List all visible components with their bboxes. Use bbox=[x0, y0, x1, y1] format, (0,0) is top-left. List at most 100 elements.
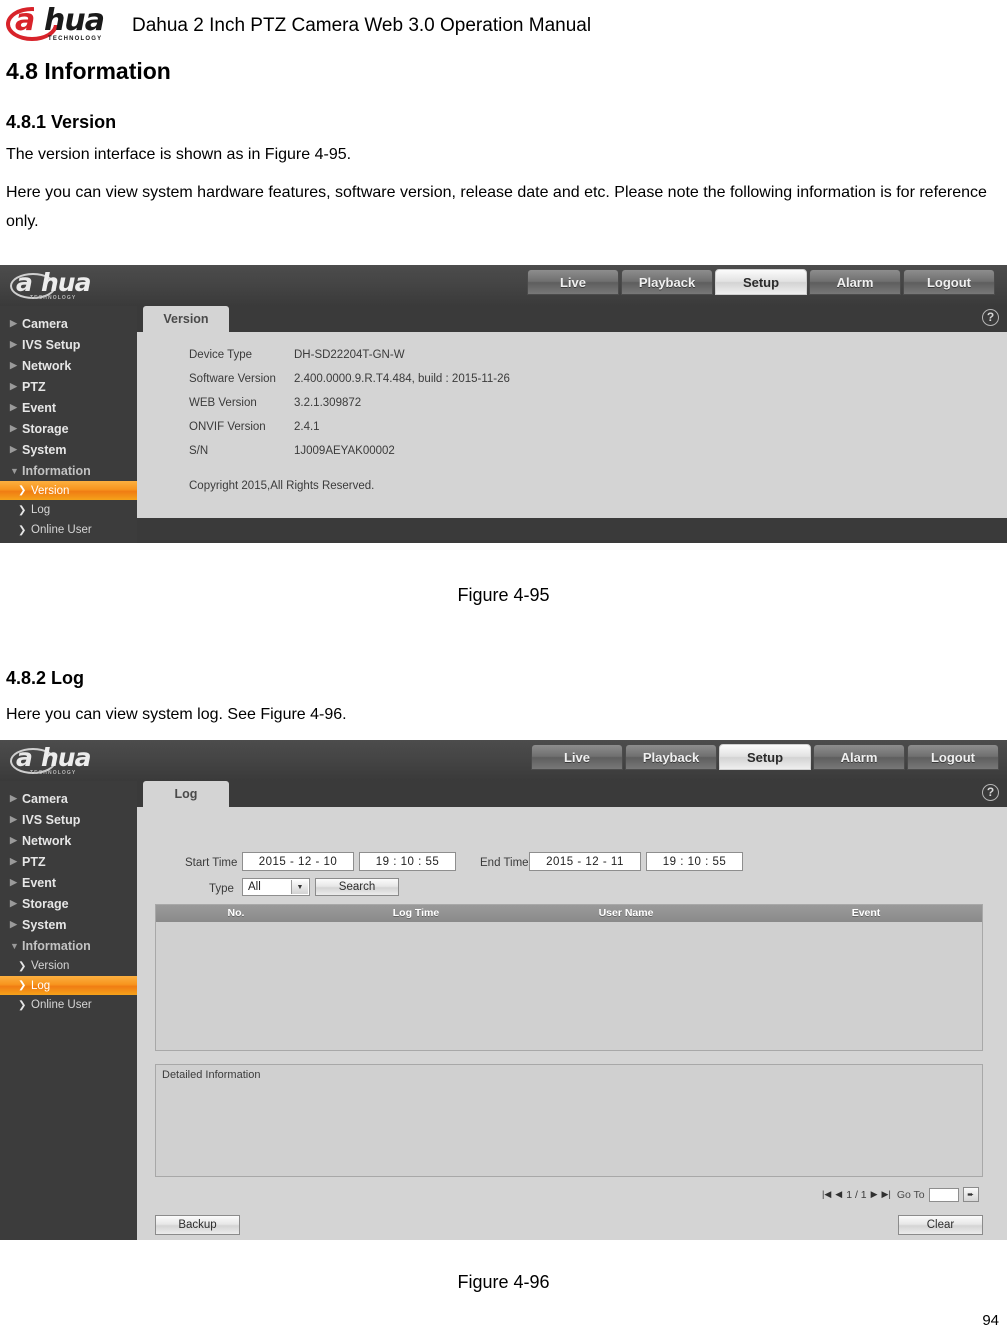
sidebar-item-storage[interactable]: ▶ Storage bbox=[0, 418, 137, 439]
detailed-information-box: Detailed Information bbox=[155, 1064, 983, 1177]
help-icon[interactable]: ? bbox=[982, 309, 999, 326]
go-arrow-icon[interactable]: ➨ bbox=[962, 1187, 979, 1202]
sidebar-subitem-version[interactable]: ❯ Version bbox=[0, 481, 137, 500]
sidebar-subitem-version[interactable]: ❯ Version bbox=[0, 956, 137, 976]
sidebar-item-storage[interactable]: ▶ Storage bbox=[0, 893, 137, 914]
sidebar-item-ptz[interactable]: ▶ PTZ bbox=[0, 851, 137, 872]
goto-input[interactable] bbox=[928, 1187, 959, 1202]
tab-version[interactable]: Version bbox=[143, 306, 229, 332]
sidebar-menu: ▶ Camera ▶ IVS Setup ▶ Network ▶ PTZ ▶ E… bbox=[0, 781, 137, 1240]
detailed-information-label: Detailed Information bbox=[162, 1069, 261, 1081]
version-paragraph-1: The version interface is shown as in Fig… bbox=[6, 146, 352, 163]
version-tabstrip: Version ? bbox=[137, 306, 1007, 332]
nav-tab-alarm[interactable]: Alarm bbox=[809, 269, 901, 295]
chevron-right-icon: ❯ bbox=[18, 524, 27, 536]
last-page-icon[interactable]: ▶| bbox=[882, 1190, 891, 1199]
version-content-area: Version ? Device Type DH-SD22204T-GN-W S… bbox=[137, 306, 1007, 543]
sidebar-item-event[interactable]: ▶ Event bbox=[0, 397, 137, 418]
triangle-right-icon: ▶ bbox=[10, 360, 17, 370]
sidebar-item-ivs-setup[interactable]: ▶ IVS Setup bbox=[0, 334, 137, 355]
sidebar-item-camera[interactable]: ▶ Camera bbox=[0, 313, 137, 334]
main-nav-tabs: Live Playback Setup Alarm Logout bbox=[531, 744, 999, 770]
web-logo-letter-a: a bbox=[16, 268, 33, 297]
sidebar-item-camera[interactable]: ▶ Camera bbox=[0, 788, 137, 809]
sidebar-item-system[interactable]: ▶ System bbox=[0, 914, 137, 935]
log-table: No. Log Time User Name Event bbox=[155, 904, 983, 1051]
chevron-right-icon: ❯ bbox=[18, 504, 27, 516]
web-logo-word-hua: hua bbox=[41, 268, 91, 297]
web-logo-letter-a: a bbox=[16, 743, 33, 772]
value-onvif-version: 2.4.1 bbox=[294, 421, 320, 433]
sidebar-subitem-online-user[interactable]: ❯ Online User bbox=[0, 995, 137, 1015]
log-paragraph-1: Here you can view system log. See Figure… bbox=[6, 706, 347, 723]
goto-label: Go To bbox=[896, 1188, 925, 1201]
sidebar-item-network[interactable]: ▶ Network bbox=[0, 830, 137, 851]
sidebar-item-information[interactable]: ▼ Information bbox=[0, 460, 137, 481]
triangle-right-icon: ▶ bbox=[10, 423, 17, 433]
web-ui-topbar: a hua TECHNOLOGY Live Playback Setup Ala… bbox=[0, 265, 1007, 307]
log-tabstrip: Log ? bbox=[137, 781, 1007, 807]
sidebar-item-system[interactable]: ▶ System bbox=[0, 439, 137, 460]
document-header: a hua TECHNOLOGY Dahua 2 Inch PTZ Camera… bbox=[0, 0, 1007, 52]
end-date-input[interactable]: 2015 - 12 - 11 bbox=[529, 852, 641, 871]
page-indicator: 1 / 1 bbox=[846, 1188, 867, 1201]
version-paragraph-2: Here you can view system hardware featur… bbox=[6, 184, 987, 230]
sidebar-item-network[interactable]: ▶ Network bbox=[0, 355, 137, 376]
start-clock-input[interactable]: 19 : 10 : 55 bbox=[359, 852, 456, 871]
nav-tab-live[interactable]: Live bbox=[531, 744, 623, 770]
page-number: 94 bbox=[982, 1312, 999, 1329]
first-page-icon[interactable]: |◀ bbox=[822, 1190, 831, 1199]
sidebar-item-ptz[interactable]: ▶ PTZ bbox=[0, 376, 137, 397]
nav-tab-logout[interactable]: Logout bbox=[907, 744, 999, 770]
sidebar-sublabel-log: Log bbox=[31, 504, 51, 516]
sidebar-item-ivs-setup[interactable]: ▶ IVS Setup bbox=[0, 809, 137, 830]
backup-button[interactable]: Backup bbox=[155, 1215, 240, 1235]
tab-log[interactable]: Log bbox=[143, 781, 229, 807]
end-time-label: End Time bbox=[480, 857, 529, 869]
start-date-input[interactable]: 2015 - 12 - 10 bbox=[242, 852, 354, 871]
next-page-icon[interactable]: ▶ bbox=[871, 1190, 878, 1199]
nav-tab-playback[interactable]: Playback bbox=[621, 269, 713, 295]
column-header-log-time: Log Time bbox=[392, 907, 440, 919]
sidebar-label-information: Information bbox=[22, 463, 91, 478]
sidebar-sublabel-version: Version bbox=[31, 960, 70, 972]
sidebar-subitem-online-user[interactable]: ❯ Online User bbox=[0, 520, 137, 540]
triangle-right-icon: ▶ bbox=[10, 381, 17, 391]
triangle-right-icon: ▶ bbox=[10, 339, 17, 349]
sidebar-subitem-log[interactable]: ❯ Log bbox=[0, 976, 137, 995]
logo-word-hua: hua bbox=[44, 3, 105, 38]
web-ui-topbar: a hua TECHNOLOGY Live Playback Setup Ala… bbox=[0, 740, 1007, 782]
column-header-user-name: User Name bbox=[598, 907, 654, 919]
nav-tab-playback[interactable]: Playback bbox=[625, 744, 717, 770]
sidebar-item-event[interactable]: ▶ Event bbox=[0, 872, 137, 893]
nav-tab-logout[interactable]: Logout bbox=[903, 269, 995, 295]
sidebar-label-information: Information bbox=[22, 938, 91, 953]
type-select[interactable]: All ▼ bbox=[242, 878, 310, 896]
nav-tab-setup[interactable]: Setup bbox=[715, 269, 807, 295]
sidebar-sublabel-online-user: Online User bbox=[31, 999, 92, 1011]
triangle-right-icon: ▶ bbox=[10, 898, 17, 908]
search-button[interactable]: Search bbox=[315, 878, 399, 896]
label-software-version: Software Version bbox=[189, 373, 276, 385]
nav-tab-live[interactable]: Live bbox=[527, 269, 619, 295]
end-clock-input[interactable]: 19 : 10 : 55 bbox=[646, 852, 743, 871]
sidebar-label-ptz: PTZ bbox=[22, 854, 46, 869]
log-table-header-row: No. Log Time User Name Event bbox=[156, 905, 982, 922]
logo-letter-a: a bbox=[15, 3, 36, 38]
nav-tab-setup[interactable]: Setup bbox=[719, 744, 811, 770]
prev-page-icon[interactable]: ◀ bbox=[835, 1190, 842, 1199]
triangle-right-icon: ▶ bbox=[10, 444, 17, 454]
column-header-no: No. bbox=[227, 907, 245, 919]
help-icon[interactable]: ? bbox=[982, 784, 999, 801]
nav-tab-alarm[interactable]: Alarm bbox=[813, 744, 905, 770]
chevron-down-icon[interactable]: ▼ bbox=[291, 880, 308, 894]
clear-button[interactable]: Clear bbox=[898, 1215, 983, 1235]
chevron-right-icon: ❯ bbox=[18, 960, 27, 972]
sidebar-label-camera: Camera bbox=[22, 791, 68, 806]
log-content-area: Log ? Start Time 2015 - 12 - 10 19 : 10 … bbox=[137, 781, 1007, 1240]
triangle-right-icon: ▶ bbox=[10, 919, 17, 929]
triangle-right-icon: ▶ bbox=[10, 318, 17, 328]
sidebar-subitem-log[interactable]: ❯ Log bbox=[0, 500, 137, 520]
log-screenshot: a hua TECHNOLOGY Live Playback Setup Ala… bbox=[0, 740, 1007, 1240]
sidebar-item-information[interactable]: ▼ Information bbox=[0, 935, 137, 956]
